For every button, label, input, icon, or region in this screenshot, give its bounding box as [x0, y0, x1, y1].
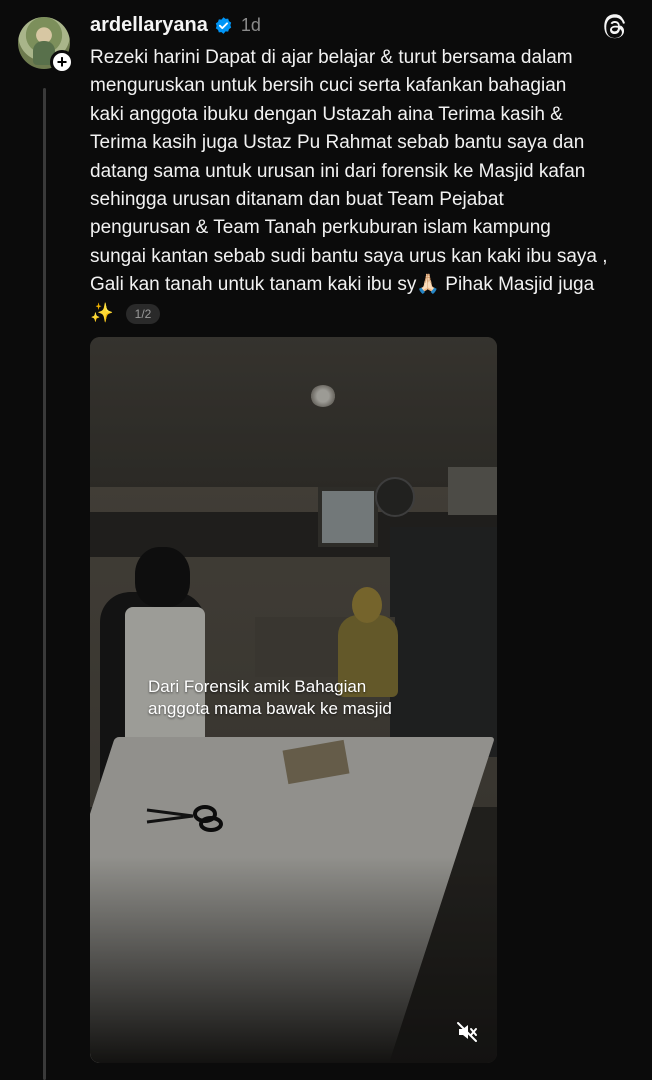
- thread-line: [43, 88, 46, 1080]
- video-media[interactable]: Dari Forensik amik Bahagian anggota mama…: [90, 337, 497, 1063]
- post-text: Rezeki harini Dapat di ajar belajar & tu…: [90, 47, 608, 324]
- post-body: Rezeki harini Dapat di ajar belajar & tu…: [90, 44, 630, 328]
- follow-plus-icon[interactable]: +: [50, 50, 74, 74]
- mute-icon[interactable]: [455, 1020, 479, 1044]
- post-time: 1d: [240, 15, 261, 35]
- post-header: ardellaryana 1d: [90, 14, 261, 37]
- verified-icon: [215, 17, 232, 34]
- username[interactable]: ardellaryana: [90, 14, 208, 37]
- page-indicator: 1/2: [125, 303, 161, 324]
- threads-logo-icon[interactable]: [602, 14, 628, 40]
- video-caption: Dari Forensik amik Bahagian anggota mama…: [148, 677, 392, 718]
